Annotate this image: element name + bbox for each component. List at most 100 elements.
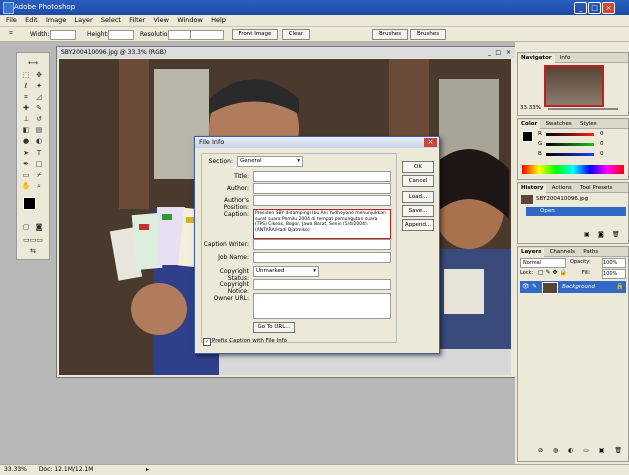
layer-name[interactable]: Background [562,284,595,290]
caption-writer-field[interactable] [253,239,391,250]
prefix-caption-checkbox[interactable]: ✓ [203,338,211,346]
menu-layer[interactable]: Layer [75,15,93,26]
notes-tool-icon[interactable]: ▭ [21,171,31,180]
caption-field[interactable]: Presiden SBY didampingi Ibu Ani Yudhoyon… [253,209,391,239]
cancel-button[interactable]: Cancel [402,175,434,187]
navigator-zoom[interactable]: 33.33% [520,105,541,111]
clone-stamp-tool-icon[interactable]: ⊥ [21,115,31,124]
height-field[interactable] [108,30,134,40]
gradient-tool-icon[interactable]: ▤ [34,126,44,135]
marquee-tool-icon[interactable]: ⬚ [21,71,31,80]
zoom-tool-icon[interactable]: ⌕ [34,182,44,191]
history-delete-icon[interactable]: 🗑 [612,231,620,238]
minimize-button[interactable]: _ [574,2,587,14]
channel-g-slider[interactable] [546,143,594,146]
path-selection-tool-icon[interactable]: ➤ [21,149,31,158]
well-tab-brushes-2[interactable]: Brushes [410,29,446,40]
menu-view[interactable]: View [154,15,169,26]
layer-visibility-eye-icon[interactable]: 👁 [522,283,530,290]
crop-tool-icon[interactable]: ⌗ [6,29,16,38]
menu-filter[interactable]: Filter [129,15,145,26]
channel-b-slider[interactable] [546,153,594,156]
authors-position-field[interactable] [253,195,391,206]
close-button[interactable]: × [602,2,615,14]
eraser-tool-icon[interactable]: ◧ [21,126,31,135]
lock-icons[interactable]: □ ✎ ✥ 🔒 [538,269,567,276]
move-tool-icon[interactable]: ✥ [34,71,44,80]
hand-tool-icon[interactable]: ✋ [21,182,31,191]
tab-swatches[interactable]: Swatches [542,120,574,129]
quick-mask-mode-icon[interactable]: ◙ [34,223,44,232]
eyedropper-tool-icon[interactable]: ⌿ [34,171,44,180]
dodge-tool-icon[interactable]: ◐ [34,137,44,146]
width-field[interactable] [50,30,76,40]
pen-tool-icon[interactable]: ✒ [21,160,31,169]
blend-mode-select[interactable]: Normal [520,258,566,268]
opacity-field[interactable]: 100% [602,258,626,268]
history-step-open[interactable]: Open [526,207,626,216]
doc-minimize-icon[interactable]: _ [488,47,491,58]
menu-image[interactable]: Image [46,15,66,26]
tab-color[interactable]: Color [518,120,541,129]
resolution-unit-select[interactable] [190,30,224,40]
owner-url-field[interactable] [253,293,391,319]
tab-styles[interactable]: Styles [577,120,600,129]
healing-brush-tool-icon[interactable]: ✚ [21,104,31,113]
foreground-color-swatch[interactable] [23,197,36,210]
go-to-url-button[interactable]: Go To URL... [253,322,295,333]
channel-g-value[interactable]: 0 [600,141,604,147]
channel-b-value[interactable]: 0 [600,151,604,157]
doc-close-icon[interactable]: × [506,47,511,58]
shape-tool-icon[interactable]: □ [34,160,44,169]
channel-r-value[interactable]: 0 [600,131,604,137]
menu-help[interactable]: Help [211,15,226,26]
clear-button[interactable]: Clear [282,29,310,40]
history-brush-tool-icon[interactable]: ↺ [34,115,44,124]
maximize-button[interactable]: □ [588,2,601,14]
navigator-thumbnail[interactable] [544,65,604,107]
dialog-close-button[interactable]: × [424,138,437,147]
ok-button[interactable]: OK [402,161,434,173]
crop-tool-icon[interactable]: ⌗ [21,93,31,102]
screen-mode-icons[interactable]: ▭▭▭ [21,236,45,245]
navigator-zoom-slider[interactable] [548,108,618,110]
author-field[interactable] [253,183,391,194]
menu-edit[interactable]: Edit [25,15,38,26]
append-button[interactable]: Append... [402,219,434,231]
copyright-status-select[interactable]: Unmarked ▾ [253,266,319,277]
tab-history[interactable]: History [518,184,547,193]
tab-info[interactable]: Info [557,54,573,63]
tab-actions[interactable]: Actions [549,184,575,193]
layers-footer-icons[interactable]: ⊘ ◍ ◐ ▭ ▣ 🗑 [538,447,626,454]
doc-maximize-icon[interactable]: □ [495,47,501,58]
slice-tool-icon[interactable]: ◿ [34,93,44,102]
copyright-notice-field[interactable] [253,279,391,290]
channel-r-slider[interactable] [546,133,594,136]
color-foreground-swatch[interactable] [522,131,533,142]
load-button[interactable]: Load... [402,191,434,203]
status-zoom[interactable]: 33.33% [4,466,27,473]
section-select[interactable]: General ▾ [237,156,303,167]
brush-tool-icon[interactable]: ✎ [34,104,44,113]
menu-select[interactable]: Select [101,15,121,26]
fill-field[interactable]: 100% [602,269,626,279]
color-spectrum-bar[interactable] [522,165,624,174]
layer-row-background[interactable]: 👁 ✎ Background 🔒 [520,281,626,294]
blur-tool-icon[interactable]: ● [21,137,31,146]
magic-wand-tool-icon[interactable]: ✦ [34,82,44,91]
job-name-field[interactable] [253,252,391,263]
standard-mode-icon[interactable]: ▢ [21,223,31,232]
menu-file[interactable]: File [6,15,17,26]
type-tool-icon[interactable]: T [34,149,44,158]
front-image-button[interactable]: Front Image [232,29,278,40]
well-tab-brushes[interactable]: Brushes [372,29,408,40]
resolution-field[interactable] [168,30,192,40]
tab-navigator[interactable]: Navigator [518,54,555,63]
history-snapshot-name[interactable]: SBY200410096.jpg [536,196,588,202]
tab-paths[interactable]: Paths [580,248,601,257]
save-button[interactable]: Save... [402,205,434,217]
history-new-document-icon[interactable]: ▣ [584,231,590,238]
title-field[interactable] [253,171,391,182]
lasso-tool-icon[interactable]: ℓ [21,82,31,91]
tab-layers[interactable]: Layers [518,248,545,257]
